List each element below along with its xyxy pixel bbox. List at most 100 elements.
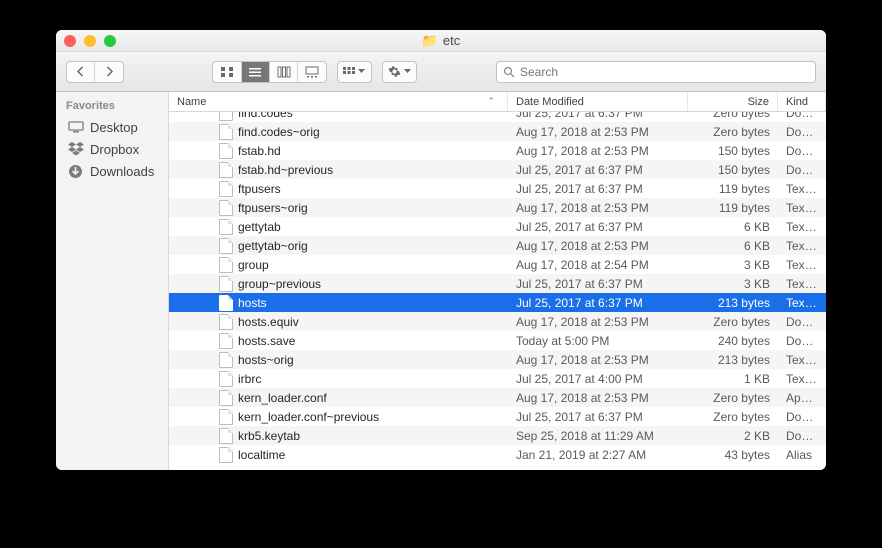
file-date: Jul 25, 2017 at 6:37 PM (508, 220, 688, 234)
file-row[interactable]: group~previous Jul 25, 2017 at 6:37 PM3 K… (169, 274, 826, 293)
file-row[interactable]: kern_loader.confAug 17, 2018 at 2:53 PMZ… (169, 388, 826, 407)
file-icon (219, 200, 233, 216)
file-name: ftpusers~orig (238, 201, 308, 215)
column-date[interactable]: Date Modified (508, 92, 688, 111)
chevron-down-icon (358, 69, 365, 74)
file-name: fstab.hd~previous (238, 163, 333, 177)
file-icon (219, 181, 233, 197)
file-row[interactable]: hostsJul 25, 2017 at 6:37 PM213 bytesTex… (169, 293, 826, 312)
file-icon (219, 276, 233, 292)
sidebar-item-downloads[interactable]: Downloads (56, 160, 168, 182)
file-date: Aug 17, 2018 at 2:53 PM (508, 391, 688, 405)
file-row[interactable]: fstab.hdAug 17, 2018 at 2:53 PM150 bytes… (169, 141, 826, 160)
file-kind: TextEd (778, 296, 826, 310)
file-size: Zero bytes (688, 112, 778, 120)
back-button[interactable] (67, 62, 94, 82)
file-row[interactable]: localtimeJan 21, 2019 at 2:27 AM43 bytes… (169, 445, 826, 464)
file-size: 1 KB (688, 372, 778, 386)
group-by-button[interactable] (338, 62, 371, 82)
gallery-view-button[interactable] (297, 62, 325, 82)
file-date: Jul 25, 2017 at 6:37 PM (508, 296, 688, 310)
file-name: kern_loader.conf (238, 391, 327, 405)
search-input[interactable] (520, 65, 809, 79)
file-row[interactable]: irbrcJul 25, 2017 at 4:00 PM1 KBTextEd (169, 369, 826, 388)
file-icon (219, 124, 233, 140)
file-name: group~previous (238, 277, 321, 291)
list-icon (248, 66, 262, 78)
search-field[interactable] (496, 61, 816, 83)
file-date: Aug 17, 2018 at 2:53 PM (508, 353, 688, 367)
titlebar: 📁 etc (56, 30, 826, 52)
file-date: Jul 25, 2017 at 6:37 PM (508, 277, 688, 291)
file-size: 6 KB (688, 239, 778, 253)
minimize-button[interactable] (84, 35, 96, 47)
window-controls (64, 35, 116, 47)
column-kind[interactable]: Kind (778, 92, 826, 111)
forward-button[interactable] (94, 62, 122, 82)
body: Favorites DesktopDropboxDownloads Name ⌃… (56, 92, 826, 470)
file-row[interactable]: groupAug 17, 2018 at 2:54 PM3 KBTextEd (169, 255, 826, 274)
file-kind: TextEd (778, 258, 826, 272)
file-kind: Alias (778, 448, 826, 462)
file-kind: TextEd (778, 353, 826, 367)
file-row[interactable]: find.codes~origAug 17, 2018 at 2:53 PMZe… (169, 122, 826, 141)
file-row[interactable]: gettytab~origAug 17, 2018 at 2:53 PM6 KB… (169, 236, 826, 255)
file-icon (219, 112, 233, 121)
column-size[interactable]: Size (688, 92, 778, 111)
file-kind: Docum (778, 144, 826, 158)
file-date: Today at 5:00 PM (508, 334, 688, 348)
column-name[interactable]: Name ⌃ (169, 92, 508, 111)
file-name: hosts~orig (238, 353, 294, 367)
gear-icon (388, 65, 401, 78)
chevron-left-icon (76, 66, 85, 77)
file-date: Jul 25, 2017 at 4:00 PM (508, 372, 688, 386)
icon-view-button[interactable] (213, 62, 240, 82)
window-title: 📁 etc (56, 33, 826, 49)
file-row[interactable]: hosts.saveToday at 5:00 PM240 bytesDocum (169, 331, 826, 350)
file-row[interactable]: hosts.equivAug 17, 2018 at 2:53 PMZero b… (169, 312, 826, 331)
file-kind: TextEd (778, 201, 826, 215)
file-kind: Docum (778, 163, 826, 177)
action-button[interactable] (383, 62, 416, 82)
window-title-text: etc (443, 33, 460, 48)
file-row[interactable]: ftpusersJul 25, 2017 at 6:37 PM119 bytes… (169, 179, 826, 198)
file-icon (219, 162, 233, 178)
file-name: find.codes~orig (238, 125, 320, 139)
toolbar (56, 52, 826, 92)
file-row[interactable]: hosts~origAug 17, 2018 at 2:53 PM213 byt… (169, 350, 826, 369)
file-row[interactable]: krb5.keytabSep 25, 2018 at 11:29 AM2 KBD… (169, 426, 826, 445)
file-date: Jul 25, 2017 at 6:37 PM (508, 112, 688, 120)
file-row[interactable]: kern_loader.conf~previousJul 25, 2017 at… (169, 407, 826, 426)
file-size: 150 bytes (688, 163, 778, 177)
file-size: Zero bytes (688, 315, 778, 329)
sidebar-item-dropbox[interactable]: Dropbox (56, 138, 168, 160)
file-kind: Docum (778, 315, 826, 329)
sidebar-item-label: Downloads (90, 164, 154, 179)
file-row[interactable]: gettytabJul 25, 2017 at 6:37 PM6 KBTextE… (169, 217, 826, 236)
file-kind: TextEd (778, 182, 826, 196)
file-size: 213 bytes (688, 296, 778, 310)
sidebar: Favorites DesktopDropboxDownloads (56, 92, 169, 470)
file-list[interactable]: find.codesJul 25, 2017 at 6:37 PMZero by… (169, 112, 826, 470)
file-row[interactable]: find.codesJul 25, 2017 at 6:37 PMZero by… (169, 112, 826, 122)
file-name: localtime (238, 448, 285, 462)
zoom-button[interactable] (104, 35, 116, 47)
column-view-button[interactable] (269, 62, 297, 82)
file-size: 150 bytes (688, 144, 778, 158)
sidebar-item-desktop[interactable]: Desktop (56, 116, 168, 138)
file-row[interactable]: fstab.hd~previousJul 25, 2017 at 6:37 PM… (169, 160, 826, 179)
file-date: Aug 17, 2018 at 2:53 PM (508, 144, 688, 158)
file-size: 3 KB (688, 277, 778, 291)
file-icon (219, 447, 233, 463)
grid-small-icon (343, 67, 355, 77)
file-kind: Docum (778, 410, 826, 424)
dropbox-icon (68, 142, 84, 156)
file-date: Jan 21, 2019 at 2:27 AM (508, 448, 688, 462)
search-icon (503, 66, 515, 78)
list-view-button[interactable] (241, 62, 269, 82)
file-kind: Docum (778, 429, 826, 443)
file-row[interactable]: ftpusers~origAug 17, 2018 at 2:53 PM119 … (169, 198, 826, 217)
close-button[interactable] (64, 35, 76, 47)
file-icon (219, 371, 233, 387)
download-icon (68, 164, 84, 179)
